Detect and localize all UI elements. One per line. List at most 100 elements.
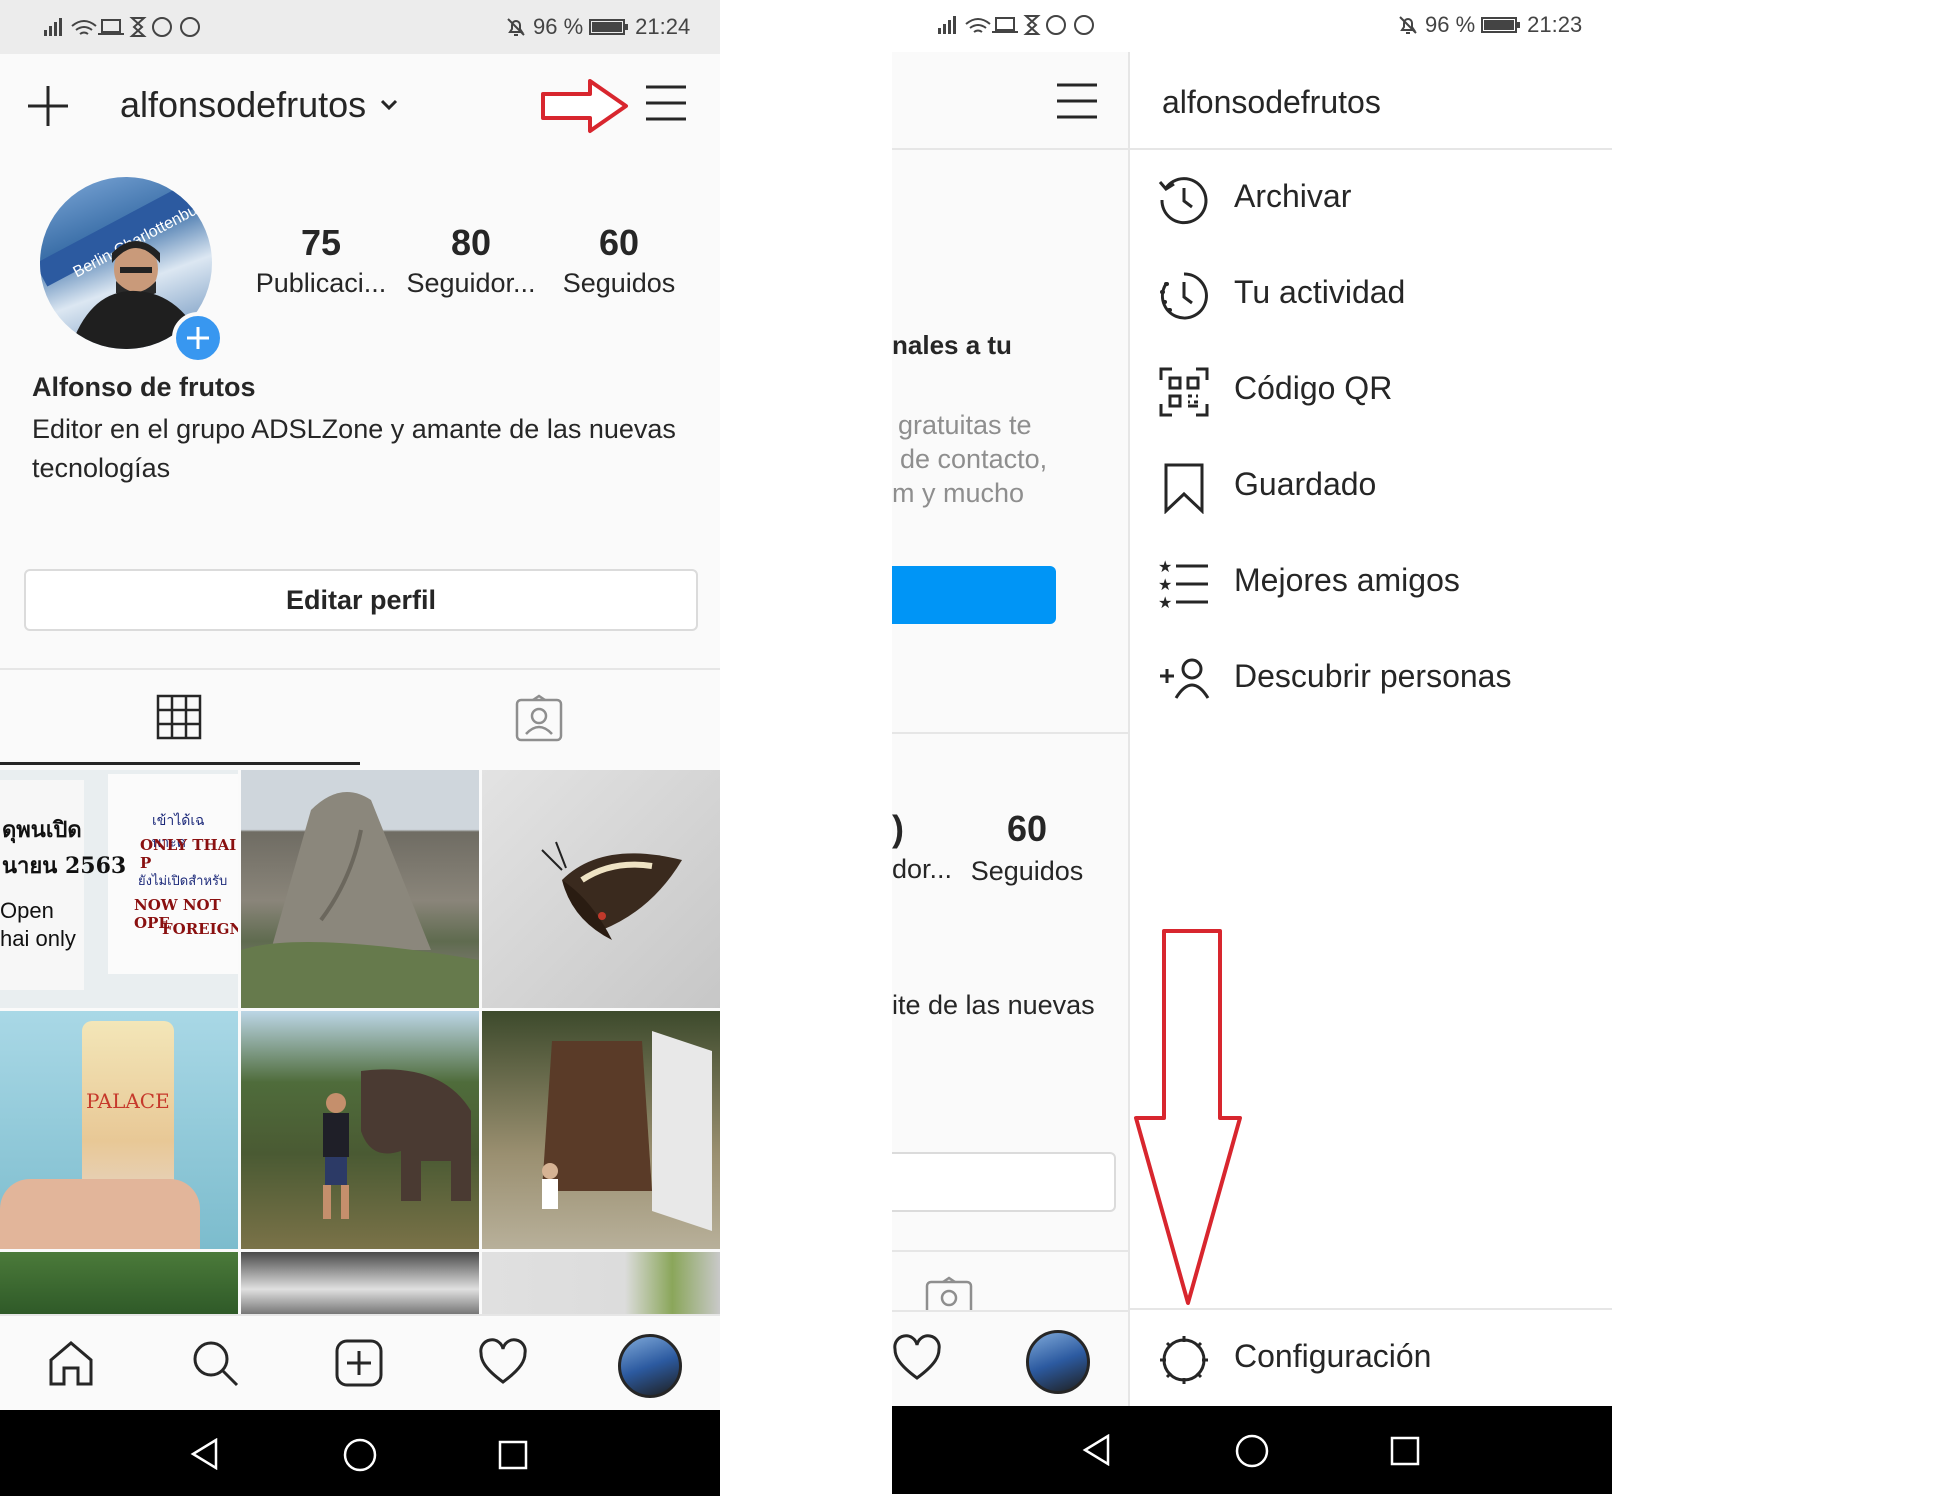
grid-photo-blur[interactable] bbox=[482, 1252, 720, 1314]
bottom-nav bbox=[0, 1314, 720, 1412]
battery-icon bbox=[1481, 17, 1521, 33]
behind-stat-following[interactable]: 60 Seguidos bbox=[962, 808, 1092, 887]
behind-line-3: m y mucho bbox=[892, 478, 1025, 508]
menu-item-close-friends[interactable]: ★ ★ ★ Mejores amigos bbox=[1130, 534, 1612, 630]
svg-text:★: ★ bbox=[1158, 577, 1172, 594]
status-bar: 96 % 21:24 bbox=[0, 0, 720, 54]
behind-blue-button[interactable] bbox=[892, 566, 1056, 624]
menu-item-discover[interactable]: Descubrir personas bbox=[1130, 630, 1612, 726]
menu-item-qr[interactable]: Código QR bbox=[1130, 342, 1612, 438]
heart-icon[interactable] bbox=[478, 1338, 528, 1393]
edit-profile-label: Editar perfil bbox=[285, 584, 437, 615]
chevron-down-icon bbox=[381, 99, 398, 111]
profile-tab-avatar[interactable] bbox=[1026, 1330, 1090, 1394]
status-icons-left bbox=[40, 14, 210, 45]
menu-item-saved[interactable]: Guardado bbox=[1130, 438, 1612, 534]
grid-photo-butterfly[interactable] bbox=[482, 770, 720, 1008]
tab-tagged[interactable] bbox=[360, 670, 720, 766]
menu-label-saved: Guardado bbox=[1234, 466, 1377, 502]
search-icon[interactable] bbox=[190, 1338, 240, 1393]
red-arrow-right-annotation bbox=[540, 78, 630, 139]
stat-posts[interactable]: 75 Publicaci... bbox=[250, 222, 392, 299]
battery-icon bbox=[589, 19, 629, 35]
sign-text-9: FOREIGNE bbox=[162, 920, 238, 938]
recents-square-icon[interactable] bbox=[498, 1440, 528, 1475]
stat-followers-label: Seguidor... bbox=[406, 268, 536, 298]
status-bar-right: 96 % 21:23 bbox=[892, 0, 1612, 52]
back-icon[interactable] bbox=[190, 1437, 220, 1475]
recents-square-icon[interactable] bbox=[1390, 1436, 1420, 1471]
elephant-drawing bbox=[323, 1069, 471, 1219]
behind-stat-partial-value: ) bbox=[892, 808, 904, 849]
svg-text:★: ★ bbox=[1158, 595, 1172, 610]
sign-text-2: นายน 2563 bbox=[2, 853, 127, 879]
sign-text-7: ยังไม่เปิดสำหรับ bbox=[138, 874, 228, 889]
bell-drawing bbox=[542, 1031, 712, 1231]
profile-behind-drawer: nales a tu gratuitas te de contacto, m y… bbox=[892, 52, 1128, 1324]
new-post-plus-icon[interactable] bbox=[26, 84, 70, 128]
grid-photo-palace-drink[interactable]: PALACE bbox=[0, 1011, 238, 1249]
butterfly-drawing bbox=[541, 841, 682, 940]
menu-label-close-friends: Mejores amigos bbox=[1234, 562, 1460, 598]
stat-followers[interactable]: 80 Seguidor... bbox=[400, 222, 542, 299]
clock-right: 21:23 bbox=[1527, 12, 1583, 37]
behind-tabs-divider bbox=[892, 1250, 1128, 1252]
profile-tab-avatar[interactable] bbox=[618, 1334, 682, 1398]
behind-edit-button[interactable] bbox=[892, 1152, 1116, 1212]
grid-photo-sign[interactable]: ดุพนเปิด นายน 2563 Open hai only เข้าได้… bbox=[0, 770, 238, 1008]
new-post-icon[interactable] bbox=[334, 1338, 384, 1393]
add-story-plus-icon[interactable] bbox=[172, 312, 224, 364]
svg-text:★: ★ bbox=[1158, 559, 1172, 576]
menu-item-archive[interactable]: Archivar bbox=[1130, 150, 1612, 246]
stat-following-label: Seguidos bbox=[562, 268, 676, 298]
drink-brand-text: PALACE bbox=[86, 1089, 170, 1113]
back-icon[interactable] bbox=[1082, 1433, 1112, 1471]
settings-gear-icon bbox=[1158, 1334, 1210, 1386]
edit-profile-button[interactable]: Editar perfil bbox=[24, 569, 698, 631]
home-circle-icon[interactable] bbox=[1235, 1434, 1269, 1473]
menu-label-discover: Descubrir personas bbox=[1234, 658, 1512, 694]
behind-line-2: de contacto, bbox=[900, 444, 1048, 474]
battery-percent-right: 96 % bbox=[1425, 12, 1476, 37]
behind-divider bbox=[892, 732, 1128, 734]
left-screen: 96 % 21:24 alfonsodefrutos Berlin-Charlo… bbox=[0, 0, 720, 1496]
grid-photo-cliff[interactable] bbox=[241, 770, 479, 1008]
behind-stat-label: Seguidos bbox=[970, 856, 1084, 886]
grid-photo-temple-bell[interactable] bbox=[482, 1011, 720, 1249]
sign-text-4: hai only bbox=[0, 926, 76, 951]
behind-line-1: gratuitas te bbox=[898, 410, 1032, 440]
hamburger-menu-icon[interactable] bbox=[645, 84, 687, 127]
stat-following[interactable]: 60 Seguidos bbox=[548, 222, 690, 299]
header-username: alfonsodefrutos bbox=[120, 84, 367, 125]
activity-clock-icon bbox=[1158, 270, 1210, 322]
menu-item-activity[interactable]: Tu actividad bbox=[1130, 246, 1612, 342]
username-switcher[interactable]: alfonsodefrutos bbox=[120, 84, 398, 126]
cliff-drawing bbox=[241, 792, 479, 1008]
sign-text-6: ONLY THAI P bbox=[140, 836, 237, 872]
profile-bio: Editor en el grupo ADSLZone y amante de … bbox=[32, 414, 676, 483]
behind-bottom-nav bbox=[892, 1310, 1128, 1408]
tab-grid[interactable] bbox=[0, 670, 360, 766]
stat-posts-label: Publicaci... bbox=[255, 268, 387, 298]
tagged-photos-icon bbox=[514, 694, 564, 747]
drawer-username: alfonsodefrutos bbox=[1162, 84, 1381, 120]
bookmark-icon bbox=[1158, 462, 1210, 515]
battery-percent: 96 % bbox=[533, 14, 584, 39]
mute-bell-icon bbox=[1399, 16, 1417, 34]
stat-followers-value: 80 bbox=[450, 222, 492, 263]
behind-stat-value: 60 bbox=[1006, 808, 1048, 849]
heart-icon[interactable] bbox=[892, 1334, 942, 1389]
menu-item-settings[interactable]: Configuración bbox=[1130, 1310, 1612, 1406]
menu-label-settings: Configuración bbox=[1234, 1338, 1432, 1374]
home-circle-icon[interactable] bbox=[343, 1438, 377, 1477]
stat-following-value: 60 bbox=[598, 222, 640, 263]
grid-photo-elephant[interactable] bbox=[241, 1011, 479, 1249]
grid-photo-palm[interactable] bbox=[0, 1252, 238, 1314]
hamburger-menu-icon[interactable] bbox=[1056, 82, 1098, 125]
mute-bell-icon bbox=[507, 18, 525, 36]
home-icon[interactable] bbox=[46, 1338, 96, 1393]
grid-photo-bw[interactable] bbox=[241, 1252, 479, 1314]
behind-bio-fragment: ite de las nuevas bbox=[892, 990, 1095, 1020]
hand bbox=[0, 1179, 200, 1249]
tab-grid-active-indicator bbox=[0, 762, 360, 765]
